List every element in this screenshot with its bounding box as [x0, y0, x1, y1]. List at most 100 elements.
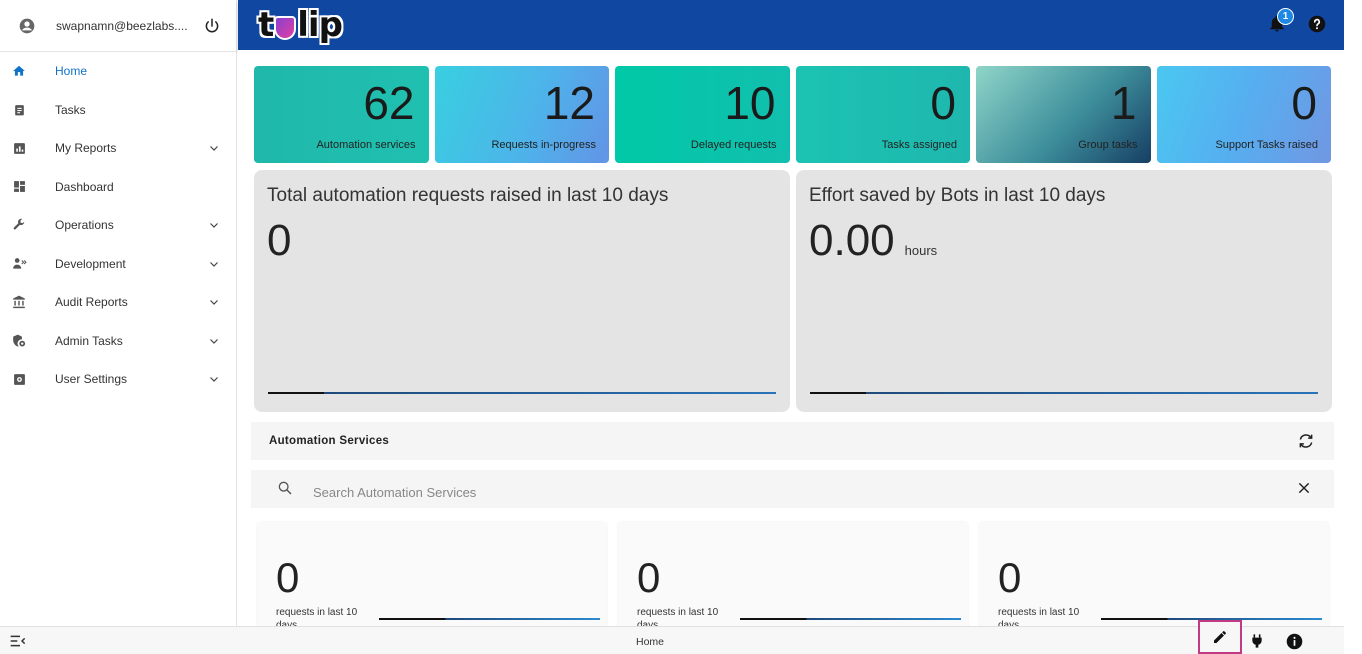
nav-label: My Reports	[55, 141, 117, 156]
kpi-label: Requests in-progress	[491, 139, 596, 151]
plug-icon[interactable]	[1249, 633, 1265, 649]
kpi-label: Delayed requests	[690, 139, 777, 151]
kpi-tasks-assigned[interactable]: 0 Tasks assigned	[795, 66, 970, 163]
refresh-sync-icon[interactable]	[1296, 431, 1316, 451]
panel-unit: hours	[904, 243, 938, 258]
menu-collapse-icon[interactable]	[10, 634, 26, 648]
panel-value: 0	[267, 216, 291, 266]
card-value: 0	[637, 554, 661, 601]
help-icon[interactable]	[1308, 15, 1326, 33]
card-sparkline	[740, 618, 961, 620]
account-circle-icon[interactable]	[18, 17, 36, 35]
wrench-icon	[11, 217, 27, 233]
search-input[interactable]	[313, 485, 1296, 500]
kpi-requests-in-progress[interactable]: 12 Requests in-progress	[434, 66, 609, 163]
services-search-bar	[251, 470, 1334, 508]
chevron-down-icon	[208, 219, 220, 231]
nav-label: Tasks	[55, 102, 86, 117]
chevron-down-icon	[208, 373, 220, 385]
main-content: 62 Automation services 12 Requests in-pr…	[238, 50, 1344, 626]
nav-item-tasks[interactable]: Tasks	[0, 91, 236, 130]
nav-item-home[interactable]: Home	[0, 52, 236, 91]
service-card[interactable]: 0 requests in last 10 days	[618, 522, 968, 626]
user-email: swapnamn@beezlabs....	[56, 18, 188, 33]
service-cards: 0 requests in last 10 days 0 requests in…	[257, 522, 1329, 626]
card-label: requests in last 10 days	[998, 607, 1080, 626]
sparkline	[268, 392, 776, 394]
panel-value: 0.00 hours	[809, 216, 937, 266]
page-scroll-gutter[interactable]	[1344, 0, 1362, 654]
kpi-value: 62	[363, 77, 415, 129]
kpi-label: Support Tasks raised	[1215, 139, 1318, 151]
kpi-delayed-requests[interactable]: 10 Delayed requests	[615, 66, 790, 163]
kpi-value: 0	[930, 77, 956, 129]
chevron-down-icon	[208, 142, 220, 154]
admin-shield-icon	[11, 333, 27, 349]
card-value: 0	[276, 554, 300, 601]
nav-label: Home	[55, 64, 88, 79]
pencil-icon	[1214, 631, 1226, 643]
logo-cup-mark	[274, 16, 297, 40]
nav-item-user-settings[interactable]: User Settings	[0, 360, 236, 399]
nav-menu: Home Tasks My Reports Dashboard Operatio…	[0, 52, 236, 399]
nav-item-dashboard[interactable]: Dashboard	[0, 168, 236, 207]
service-card[interactable]: 0 requests in last 10 days	[979, 522, 1329, 626]
card-sparkline	[379, 618, 600, 620]
footer-page-title: Home	[636, 636, 665, 648]
bank-icon	[11, 294, 27, 310]
card-label: requests in last 10 days	[276, 607, 358, 626]
sparkline	[810, 392, 1318, 394]
home-icon	[11, 63, 27, 79]
dashboard-icon	[11, 179, 27, 195]
kpi-automation-services[interactable]: 62 Automation services	[254, 66, 429, 163]
nav-label: Audit Reports	[55, 295, 128, 310]
service-card[interactable]: 0 requests in last 10 days	[257, 522, 607, 626]
chevron-down-icon	[208, 296, 220, 308]
kpi-value: 1	[1110, 77, 1137, 129]
kpi-label: Tasks assigned	[881, 139, 957, 151]
edit-pencil-button[interactable]	[1198, 620, 1242, 654]
chevron-down-icon	[208, 258, 220, 270]
info-icon[interactable]	[1286, 633, 1303, 650]
panel-automation-requests: Total automation requests raised in last…	[254, 170, 790, 412]
kpi-support-tasks-raised[interactable]: 0 Support Tasks raised	[1156, 66, 1331, 163]
report-chart-icon	[11, 140, 27, 156]
kpi-row: 62 Automation services 12 Requests in-pr…	[254, 66, 1331, 163]
panel-effort-saved: Effort saved by Bots in last 10 days 0.0…	[796, 170, 1332, 412]
developer-icon	[11, 256, 27, 272]
nav-item-development[interactable]: Development	[0, 245, 236, 284]
kpi-label: Automation services	[316, 139, 416, 151]
nav-label: User Settings	[55, 372, 128, 387]
clipboard-icon	[11, 102, 27, 118]
settings-box-icon	[11, 371, 27, 387]
nav-item-my-reports[interactable]: My Reports	[0, 129, 236, 168]
nav-label: Development	[55, 256, 126, 271]
panel-number: 0	[267, 216, 292, 265]
nav-item-operations[interactable]: Operations	[0, 206, 236, 245]
panel-number: 0.00	[809, 216, 895, 265]
card-label: requests in last 10 days	[637, 607, 719, 626]
sidebar: swapnamn@beezlabs.... Home Tasks My Repo…	[0, 0, 237, 626]
automation-services-header: Automation Services	[251, 422, 1334, 460]
kpi-group-tasks[interactable]: 1 Group tasks	[976, 66, 1151, 163]
kpi-value: 0	[1291, 77, 1317, 129]
section-title: Automation Services	[269, 435, 390, 447]
card-value: 0	[998, 554, 1022, 601]
chevron-down-icon	[208, 335, 220, 347]
panel-title: Effort saved by Bots in last 10 days	[809, 185, 1106, 206]
user-row: swapnamn@beezlabs....	[0, 0, 236, 52]
close-icon[interactable]	[1296, 480, 1314, 498]
top-app-bar: tulip tlip 1	[238, 0, 1344, 50]
nav-item-admin-tasks[interactable]: Admin Tasks	[0, 322, 236, 361]
logout-power-icon[interactable]	[202, 16, 222, 36]
nav-label: Dashboard	[55, 179, 114, 194]
panel-title: Total automation requests raised in last…	[267, 185, 669, 206]
kpi-value: 12	[543, 77, 595, 129]
bottom-bar: Home	[0, 620, 1344, 654]
kpi-value: 10	[724, 77, 776, 129]
tulip-logo[interactable]: tulip tlip	[258, 5, 343, 45]
notification-badge: 1	[1277, 8, 1294, 25]
kpi-label: Group tasks	[1078, 139, 1138, 151]
nav-item-audit-reports[interactable]: Audit Reports	[0, 283, 236, 322]
nav-label: Admin Tasks	[55, 333, 123, 348]
